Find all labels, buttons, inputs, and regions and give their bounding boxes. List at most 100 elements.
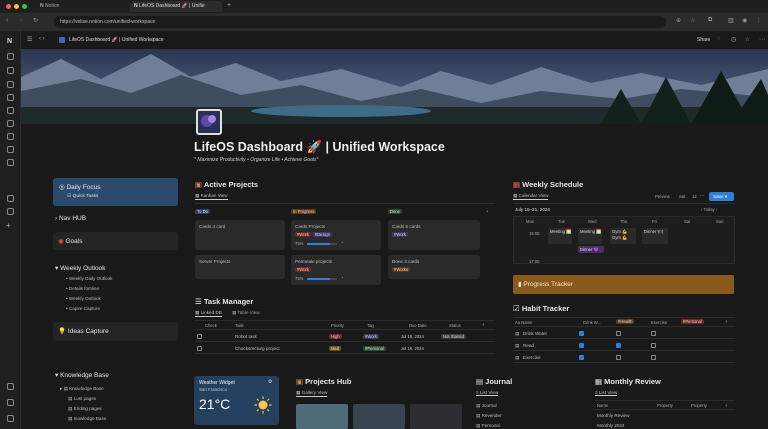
kanban-card[interactable]: Cards Projects #Work #Design 75% ◔ [291,220,381,250]
forward-icon[interactable]: › [20,17,22,24]
calendar-view-tab[interactable]: ▦ Calendar View [513,193,549,200]
address-input[interactable]: https://velise.notion.com/unified-worksp… [54,16,666,28]
linked-db-tab[interactable]: ▦ Linked DB [195,310,222,317]
extensions-icon[interactable]: ⧉ [708,17,712,24]
list-item[interactable]: ▤ Lust pages [68,396,96,402]
kanban-card[interactable]: Server Projects [195,255,285,279]
settings-icon[interactable] [7,195,14,202]
settings-icon[interactable]: ⚙ [268,379,272,385]
star-icon[interactable]: ☆ [690,17,695,24]
table-row[interactable]: ▤ Drink Water [513,328,735,339]
progress-tracker-callout[interactable]: ▮ Progress Tracker [513,275,734,294]
gallery-card-image[interactable] [296,404,348,429]
habit-checkbox-checked[interactable] [579,331,584,336]
page-emoji-icon[interactable] [196,109,222,135]
weather-widget[interactable]: Weather Widget San Francisco ⚙ 21°C [194,376,279,425]
list-view-tab[interactable]: ≡ List View [476,390,499,396]
search-bottom-icon[interactable] [7,399,14,406]
list-item[interactable]: ▸ ▤ Knowledge Base [60,386,104,392]
breadcrumb[interactable]: LifeOS Dashboard 🚀 | Unified Workspace [69,37,164,43]
minimize-window-icon[interactable] [14,4,19,9]
calendar-event[interactable]: Dinner 🍽 [642,228,668,244]
active-projects-heading[interactable]: ▣ Active Projects [195,180,258,189]
favorite-page-icon[interactable]: ☆ [745,36,750,43]
habit-checkbox-checked[interactable] [579,355,584,360]
gallery-view-tab[interactable]: ▦ Gallery View [296,390,328,397]
pages-icon[interactable] [7,94,14,101]
weekly-schedule-heading[interactable]: ▦ Weekly Schedule [513,180,583,189]
more-options-icon[interactable]: ⋯ [700,193,705,199]
add-property-icon[interactable]: + [482,322,484,327]
list-item[interactable]: • Details fomline [66,286,99,291]
teamspace-icon[interactable] [7,107,14,114]
page-title[interactable]: LifeOS Dashboard 🚀 | Unified Workspace [194,140,445,155]
habit-checkbox[interactable] [616,331,621,336]
calendar-event[interactable]: Meeting 🌅 [578,228,602,244]
database-icon[interactable] [7,159,14,166]
share-button[interactable]: Share [697,37,710,43]
save-button[interactable]: Save ▾ [709,192,734,201]
reload-icon[interactable]: ↻ [33,17,38,24]
calendar-grid[interactable]: Mon Tue Wed Thu Fri Sat Sun 15:00 17:00 … [513,216,735,264]
list-view-tab[interactable]: ≡ List View [595,390,618,396]
table-row[interactable]: Chocksrecturg project Med #Personal Jul … [195,343,495,354]
kanban-view-tab[interactable]: ▦ Kanban View [195,193,228,200]
list-item[interactable]: Monthly Review [597,413,629,418]
monthly-review-heading[interactable]: ▦ Monthly Review [595,377,661,386]
add-column-icon[interactable]: + [486,209,488,214]
add-property-icon[interactable]: + [725,403,727,408]
updates-icon[interactable]: ◷ [731,36,736,43]
table-row[interactable]: ▤ Exercise [513,352,735,363]
folder-icon[interactable] [7,120,14,127]
ideas-capture-callout[interactable]: 💡 Ideas Capture [53,322,178,341]
translate-icon[interactable]: ⊕ [676,17,681,24]
task-checkbox[interactable] [197,346,202,351]
kanban-card[interactable]: Cards 5 cards #Work [388,220,480,250]
done-column-label[interactable]: Done [388,209,403,214]
nav-hub-toggle[interactable]: › Nav HUB [55,215,86,222]
more-options-icon[interactable]: ⋯ [759,36,765,43]
task-manager-heading[interactable]: ☰ Task Manager [195,297,253,306]
back-icon[interactable]: ‹ [6,17,8,24]
projects-hub-heading[interactable]: ▣ Projects Hub [296,377,351,386]
list-item[interactable]: • Capire Capture [66,306,100,311]
knowledge-base-toggle[interactable]: ▾ Knowledge Base [55,371,109,379]
quick-tasks-link[interactable]: ☑ Quick Tasks [67,194,98,199]
todo-column-label[interactable]: To Do [195,209,210,214]
habit-checkbox[interactable] [651,343,656,348]
kanban-card[interactable]: Done 3 cards #Works [388,255,480,279]
search-icon[interactable] [7,53,14,60]
sidebar-toggle-icon[interactable]: ☰ [27,36,32,43]
list-item[interactable]: ▤ Inowledge Base [68,416,106,422]
habit-checkbox[interactable] [651,331,656,336]
panel-icon[interactable] [7,383,14,390]
calendar-event[interactable]: Dinner 💜 [578,246,604,253]
journal-heading[interactable]: ▤ Journal [476,377,512,386]
favorite-icon[interactable] [7,146,14,153]
sidebar-icon[interactable]: ▥ [728,17,734,24]
calendar-icon[interactable] [7,133,14,140]
habit-checkbox[interactable] [616,355,621,360]
notion-logo-icon[interactable]: N [7,38,12,45]
kanban-card[interactable]: Permeale projects #Work 75% ◔ [291,255,381,285]
trash-icon[interactable] [7,208,14,215]
list-item[interactable]: • Weekly Daily Outlook [66,276,112,281]
daily-focus-callout[interactable]: ◎ Daily Focus ☑ Quick Tasks [53,178,178,206]
table-row[interactable]: Robot task High #Work Jul 15, 2024 Not S… [195,331,495,342]
home-icon[interactable] [7,67,14,74]
calendar-nav[interactable]: ‹ Today › [701,207,717,212]
new-tab-button[interactable]: + [227,2,231,9]
list-item[interactable]: ▤ Ending pages [68,406,102,412]
add-page-icon[interactable]: + [6,221,11,230]
list-item[interactable]: ▤ Journal [476,403,497,409]
inbox-icon[interactable] [7,81,14,88]
table-view-tab[interactable]: ▦ Table View [232,310,260,316]
in-progress-column-label[interactable]: In Progress [291,209,317,214]
calendar-event[interactable]: Gym 💪 Gym 💪 [610,228,636,244]
browser-tab-lifeos[interactable]: N LifeOS Dashboard 🚀 | Unifie [130,1,222,12]
gallery-card-image[interactable] [353,404,405,429]
list-item[interactable]: ▤ Revender [476,413,502,419]
task-checkbox[interactable] [197,334,202,339]
calendar-event[interactable]: Meeting 🌅 [548,228,572,244]
add-property-icon[interactable]: + [725,319,727,324]
